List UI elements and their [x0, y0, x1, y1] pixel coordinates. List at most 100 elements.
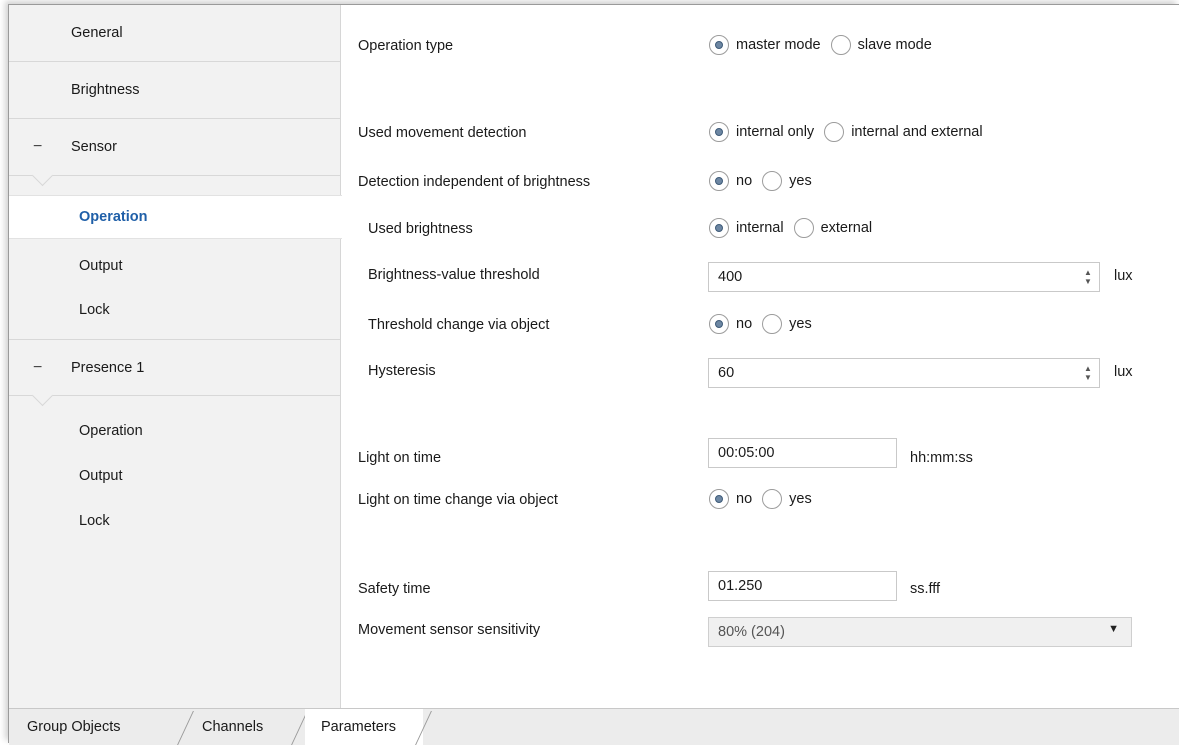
group-notch — [31, 164, 54, 187]
input-value: 400 — [718, 269, 743, 285]
spinner-down-icon[interactable]: ▼ — [1083, 277, 1093, 286]
param-label: Hysteresis — [368, 363, 436, 379]
spinner-down-icon[interactable]: ▼ — [1083, 373, 1093, 382]
radio-label: external — [820, 220, 873, 236]
unit-label: lux — [1114, 364, 1133, 380]
radio-label: internal and external — [851, 124, 983, 140]
sidebar-item-presence-output[interactable]: Output — [9, 454, 340, 498]
radio-label: internal only — [736, 124, 815, 140]
sidebar-item-sensor-output[interactable]: Output — [9, 244, 340, 288]
group-notch — [31, 384, 54, 407]
radio-label: no — [736, 316, 753, 332]
sidebar-item-label: Output — [79, 468, 123, 484]
sidebar-item-label: Lock — [79, 302, 110, 318]
param-label: Movement sensor sensitivity — [358, 622, 541, 638]
sidebar-item-presence-operation[interactable]: Operation — [9, 409, 340, 453]
param-label: Detection independent of brightness — [358, 174, 591, 190]
collapse-icon[interactable]: − — [33, 138, 71, 156]
sidebar-item-label: Lock — [79, 513, 110, 529]
param-label: Light on time change via object — [358, 492, 558, 508]
radio-label: yes — [789, 173, 812, 189]
sidebar-group-sensor[interactable]: − Sensor — [9, 119, 340, 187]
spinner[interactable]: ▲ ▼ — [1083, 268, 1093, 286]
sidebar-item-general[interactable]: General — [9, 5, 340, 62]
radio-internal-and-external[interactable] — [824, 122, 845, 142]
sidebar-item-brightness[interactable]: Brightness — [9, 62, 340, 119]
param-label: Used brightness — [368, 221, 473, 237]
unit-label: ss.fff — [910, 581, 941, 597]
sensitivity-dropdown[interactable]: 80% (204) ▼ — [708, 617, 1132, 647]
sidebar-item-label: Output — [79, 258, 123, 274]
tab-group-objects[interactable]: Group Objects — [27, 709, 187, 745]
tab-label: Group Objects — [27, 719, 121, 735]
sidebar-group-presence[interactable]: − Presence 1 — [9, 339, 340, 407]
radio-no[interactable] — [709, 489, 729, 509]
bottom-tab-bar: Group Objects Channels Parameters — [9, 708, 1179, 745]
tab-label: Channels — [202, 719, 264, 735]
radio-label: master mode — [736, 37, 821, 53]
input-value: 01.250 — [718, 578, 763, 594]
tab-channels[interactable]: Channels — [202, 709, 307, 745]
sidebar-item-sensor-operation[interactable]: Operation — [9, 195, 342, 239]
radio-label: yes — [789, 316, 812, 332]
param-movement-detection: Used movement detection internal only in… — [342, 120, 1179, 150]
tab-parameters[interactable]: Parameters — [305, 709, 423, 745]
radio-no[interactable] — [709, 171, 729, 191]
input-value: 60 — [718, 365, 735, 381]
param-sensitivity: Movement sensor sensitivity 80% (204) ▼ — [342, 617, 1179, 647]
radio-internal-only[interactable] — [709, 122, 729, 142]
param-label: Used movement detection — [358, 125, 527, 141]
brightness-threshold-input[interactable]: 400 ▲ ▼ — [708, 262, 1100, 292]
parameters-panel: Operation type master mode slave mode Us… — [342, 5, 1179, 708]
sidebar-group-label: Presence 1 — [71, 359, 145, 376]
param-light-on-time: Light on time 00:05:00 hh:mm:ss — [342, 438, 1179, 468]
sidebar-group-label: Sensor — [71, 139, 117, 155]
param-light-on-change: Light on time change via object no yes — [342, 487, 1179, 517]
radio-yes[interactable] — [762, 314, 783, 334]
param-hysteresis: Hysteresis 60 ▲ ▼ lux — [342, 358, 1179, 388]
param-label: Threshold change via object — [368, 317, 550, 333]
unit-label: hh:mm:ss — [910, 450, 973, 466]
radio-yes[interactable] — [762, 489, 783, 509]
spinner[interactable]: ▲ ▼ — [1083, 364, 1093, 382]
sidebar-item-label: Operation — [79, 209, 148, 225]
sidebar-item-label: Operation — [79, 423, 143, 439]
radio-master-mode[interactable] — [709, 35, 729, 55]
light-on-time-input[interactable]: 00:05:00 — [708, 438, 897, 468]
param-brightness-threshold: Brightness-value threshold 400 ▲ ▼ lux — [342, 262, 1179, 292]
hysteresis-input[interactable]: 60 ▲ ▼ — [708, 358, 1100, 388]
param-label: Brightness-value threshold — [368, 267, 540, 283]
param-label: Safety time — [358, 581, 431, 597]
radio-label: no — [736, 491, 753, 507]
dropdown-value: 80% (204) — [718, 624, 785, 640]
parameter-window: General Brightness − Sensor Operation Ou… — [8, 4, 1179, 745]
spinner-up-icon[interactable]: ▲ — [1083, 364, 1093, 373]
radio-external[interactable] — [793, 218, 814, 238]
sidebar: General Brightness − Sensor Operation Ou… — [9, 5, 342, 708]
unit-label: lux — [1114, 268, 1133, 284]
param-safety-time: Safety time 01.250 ss.fff — [342, 571, 1179, 601]
param-threshold-change: Threshold change via object no yes — [342, 312, 1179, 342]
param-operation-type: Operation type master mode slave mode — [342, 33, 1179, 63]
sidebar-item-sensor-lock[interactable]: Lock — [9, 288, 340, 332]
radio-internal[interactable] — [709, 218, 729, 238]
collapse-icon[interactable]: − — [33, 359, 71, 377]
spinner-up-icon[interactable]: ▲ — [1083, 268, 1093, 277]
tab-label: Parameters — [321, 719, 396, 735]
radio-yes[interactable] — [762, 171, 783, 191]
param-detection-independent: Detection independent of brightness no y… — [342, 169, 1179, 199]
param-label: Operation type — [358, 38, 454, 54]
sidebar-item-label: General — [71, 25, 123, 41]
radio-label: no — [736, 173, 753, 189]
safety-time-input[interactable]: 01.250 — [708, 571, 897, 601]
radio-slave-mode[interactable] — [830, 35, 851, 55]
input-value: 00:05:00 — [718, 445, 775, 461]
sidebar-item-presence-lock[interactable]: Lock — [9, 499, 340, 543]
param-label: Light on time — [358, 450, 442, 466]
chevron-down-icon[interactable]: ▼ — [1108, 623, 1119, 635]
radio-label: internal — [736, 220, 784, 236]
sidebar-item-label: Brightness — [71, 82, 140, 98]
radio-label: yes — [789, 491, 812, 507]
param-used-brightness: Used brightness internal external — [342, 216, 1179, 246]
radio-no[interactable] — [709, 314, 729, 334]
